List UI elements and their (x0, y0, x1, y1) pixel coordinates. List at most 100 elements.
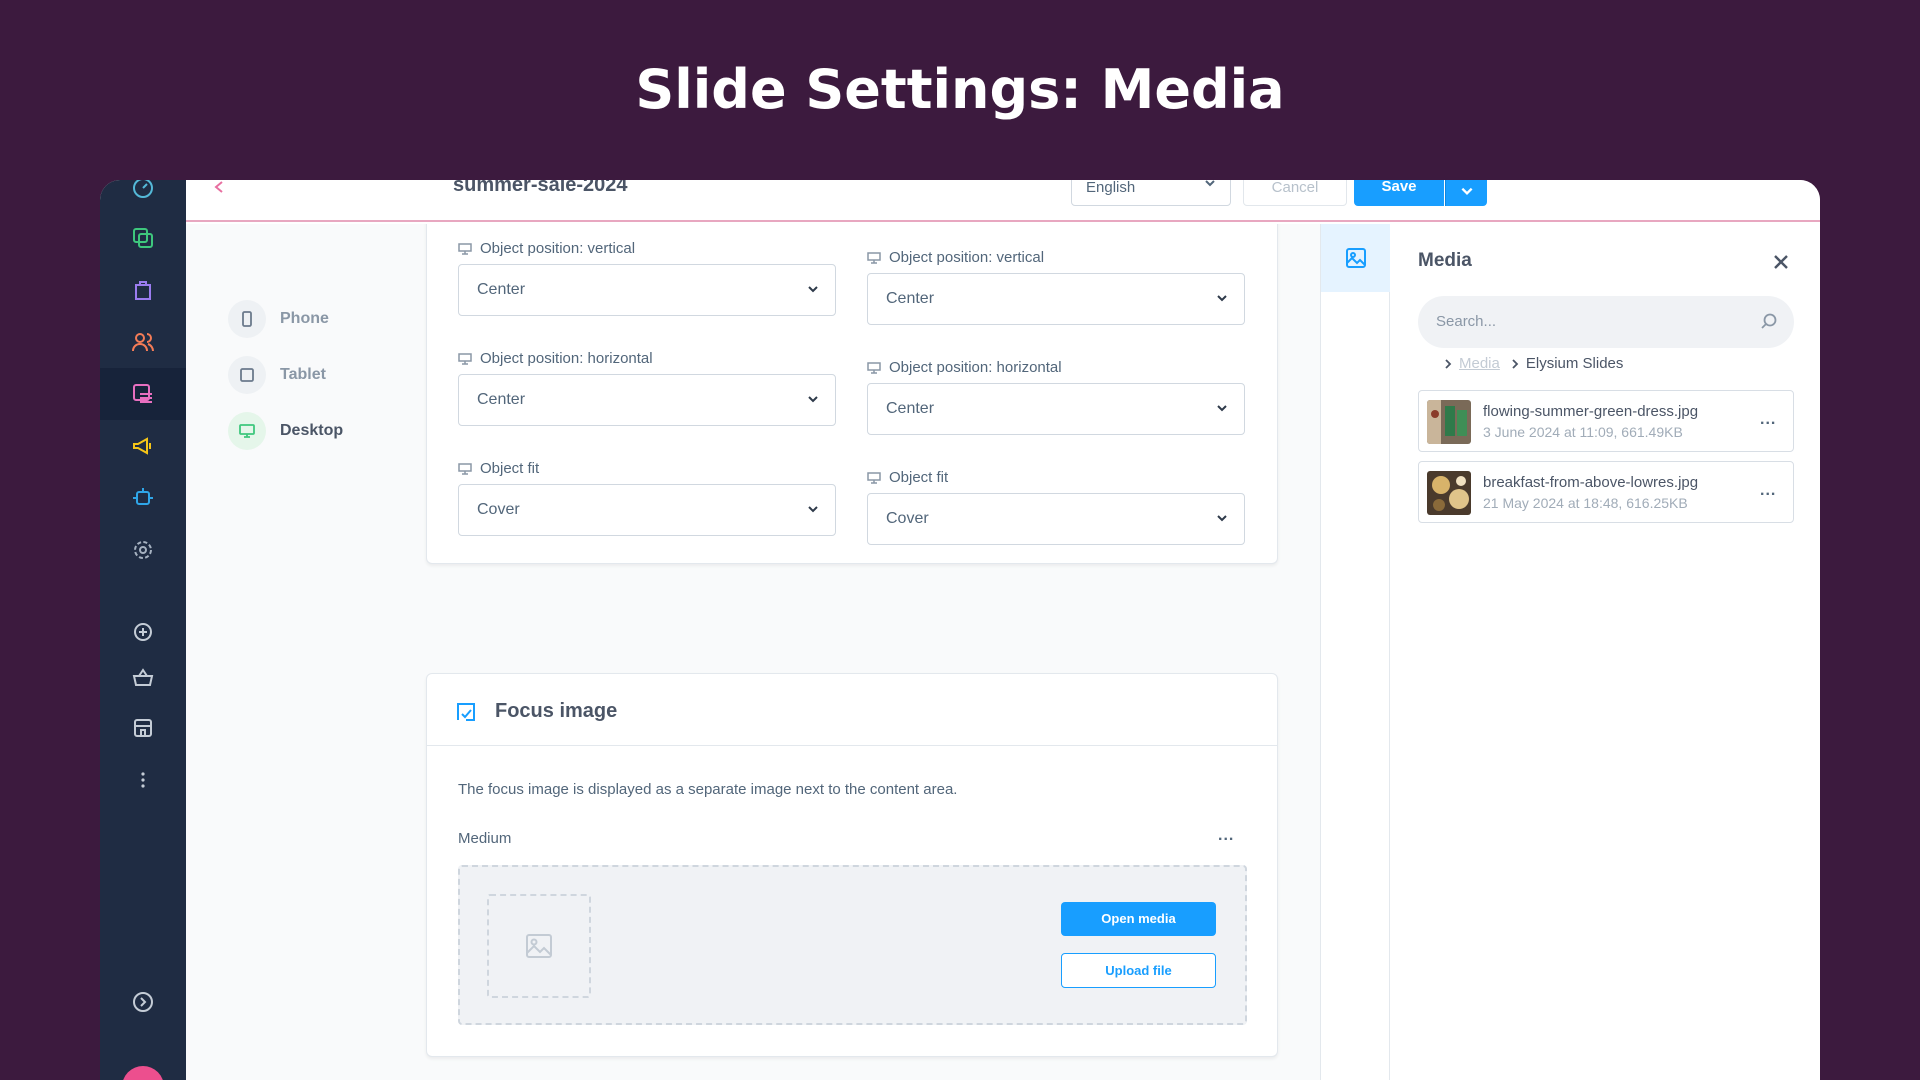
chevron-down-icon (808, 286, 818, 293)
desktop-icon (458, 462, 472, 475)
chevron-down-icon (808, 396, 818, 403)
hero-title: Slide Settings: Media (635, 58, 1285, 121)
media-panel: Media Search... Media Elysium Slides flo… (1391, 224, 1820, 1080)
medium-more-button[interactable]: ... (1218, 827, 1234, 845)
object-fit-select[interactable]: Cover (867, 493, 1245, 545)
device-tablet[interactable]: Tablet (228, 356, 326, 394)
back-chevron-icon[interactable] (212, 180, 228, 198)
save-options-button[interactable] (1445, 180, 1487, 206)
file-thumbnail (1427, 400, 1471, 444)
chevron-right-icon (1445, 358, 1452, 369)
select-value: Center (886, 400, 935, 417)
search-placeholder: Search... (1436, 313, 1497, 330)
top-bar: summer-sale-2024 English Cancel Save (186, 180, 1820, 222)
record-title: summer-sale-2024 (453, 180, 628, 196)
file-name: flowing-summer-green-dress.jpg (1483, 403, 1699, 420)
sales-channel-icon[interactable] (100, 702, 186, 754)
main-content: Phone Tablet Desktop Object position: ve… (186, 224, 1320, 1080)
select-value: Cover (477, 501, 520, 518)
breadcrumb: Media Elysium Slides (1443, 355, 1623, 372)
upload-file-button[interactable]: Upload file (1061, 953, 1216, 988)
focus-image-card: Focus image The focus image is displayed… (426, 673, 1278, 1057)
language-select[interactable]: English (1071, 180, 1231, 206)
breadcrumb-root-link[interactable]: Media (1459, 355, 1500, 372)
field-label: Object position: vertical (458, 240, 635, 257)
open-media-button[interactable]: Open media (1061, 902, 1216, 936)
device-desktop[interactable]: Desktop (228, 412, 343, 450)
more-icon[interactable] (100, 754, 186, 806)
object-fit-select[interactable]: Cover (458, 484, 836, 536)
save-button[interactable]: Save (1354, 180, 1444, 206)
collapse-icon[interactable] (100, 976, 186, 1028)
desktop-icon (228, 412, 266, 450)
file-meta: 3 June 2024 at 11:09, 661.49KB (1483, 424, 1683, 440)
tab-media[interactable] (1321, 224, 1390, 292)
horizontal-position-select[interactable]: Center (458, 374, 836, 426)
admin-window: summer-sale-2024 English Cancel Save Pho… (100, 180, 1820, 1080)
desktop-icon (458, 242, 472, 255)
content-icon[interactable] (100, 368, 186, 420)
chevron-down-icon (1217, 295, 1227, 302)
file-more-button[interactable]: ... (1760, 411, 1776, 429)
search-icon (1761, 313, 1777, 329)
desktop-icon (867, 471, 881, 484)
cancel-button[interactable]: Cancel (1243, 180, 1347, 206)
card-description: The focus image is displayed as a separa… (458, 781, 958, 798)
main-sidebar (100, 180, 186, 1080)
file-meta: 21 May 2024 at 18:48, 616.25KB (1483, 495, 1688, 511)
file-thumbnail (1427, 471, 1471, 515)
chevron-down-icon (1217, 405, 1227, 412)
desktop-icon (458, 352, 472, 365)
field-label: Object position: vertical (867, 249, 1044, 266)
close-icon[interactable] (1771, 252, 1791, 272)
chevron-down-icon (808, 506, 818, 513)
desktop-icon (867, 361, 881, 374)
chevron-down-icon (1461, 187, 1472, 195)
shop-basket-icon[interactable] (100, 652, 186, 704)
select-value: Center (477, 391, 526, 408)
media-file-item[interactable]: flowing-summer-green-dress.jpg 3 June 20… (1418, 390, 1794, 452)
catalog-icon[interactable] (100, 212, 186, 264)
extensions-icon[interactable] (100, 472, 186, 524)
media-file-item[interactable]: breakfast-from-above-lowres.jpg 21 May 2… (1418, 461, 1794, 523)
card-header: Focus image (427, 674, 1277, 746)
dashboard-icon[interactable] (100, 180, 186, 214)
media-search-input[interactable]: Search... (1418, 296, 1794, 348)
file-name: breakfast-from-above-lowres.jpg (1483, 474, 1699, 491)
device-label: Desktop (280, 422, 344, 439)
desktop-icon (867, 251, 881, 264)
image-icon (1345, 248, 1366, 268)
device-label: Phone (280, 310, 329, 327)
panel-title: Media (1418, 250, 1472, 271)
chevron-right-icon (1512, 358, 1519, 369)
field-label: Object position: horizontal (458, 350, 653, 367)
select-value: Center (886, 290, 935, 307)
image-icon (526, 934, 552, 958)
image-placeholder (487, 894, 591, 998)
tablet-icon (228, 356, 266, 394)
select-value: Cover (886, 510, 929, 527)
orders-icon[interactable] (100, 264, 186, 316)
marketing-icon[interactable] (100, 420, 186, 472)
device-phone[interactable]: Phone (228, 300, 329, 338)
customers-icon[interactable] (100, 316, 186, 368)
file-more-button[interactable]: ... (1760, 482, 1776, 500)
phone-icon (228, 300, 266, 338)
settings-icon[interactable] (100, 524, 186, 576)
field-label: Object position: horizontal (867, 359, 1062, 376)
language-value: English (1086, 180, 1136, 196)
vertical-position-select[interactable]: Center (458, 264, 836, 316)
sidebar-tabs (1320, 224, 1390, 1080)
add-extension-icon[interactable] (100, 606, 186, 658)
vertical-position-select[interactable]: Center (867, 273, 1245, 325)
media-dropzone[interactable]: Open media Upload file (458, 865, 1247, 1025)
horizontal-position-select[interactable]: Center (867, 383, 1245, 435)
focus-image-icon (457, 703, 475, 721)
field-label: Object fit (867, 469, 948, 486)
select-value: Center (477, 281, 526, 298)
field-label: Object fit (458, 460, 539, 477)
card-title: Focus image (495, 700, 618, 722)
device-label: Tablet (280, 366, 326, 383)
chevron-down-icon (1205, 180, 1215, 187)
avatar[interactable] (122, 1066, 164, 1080)
